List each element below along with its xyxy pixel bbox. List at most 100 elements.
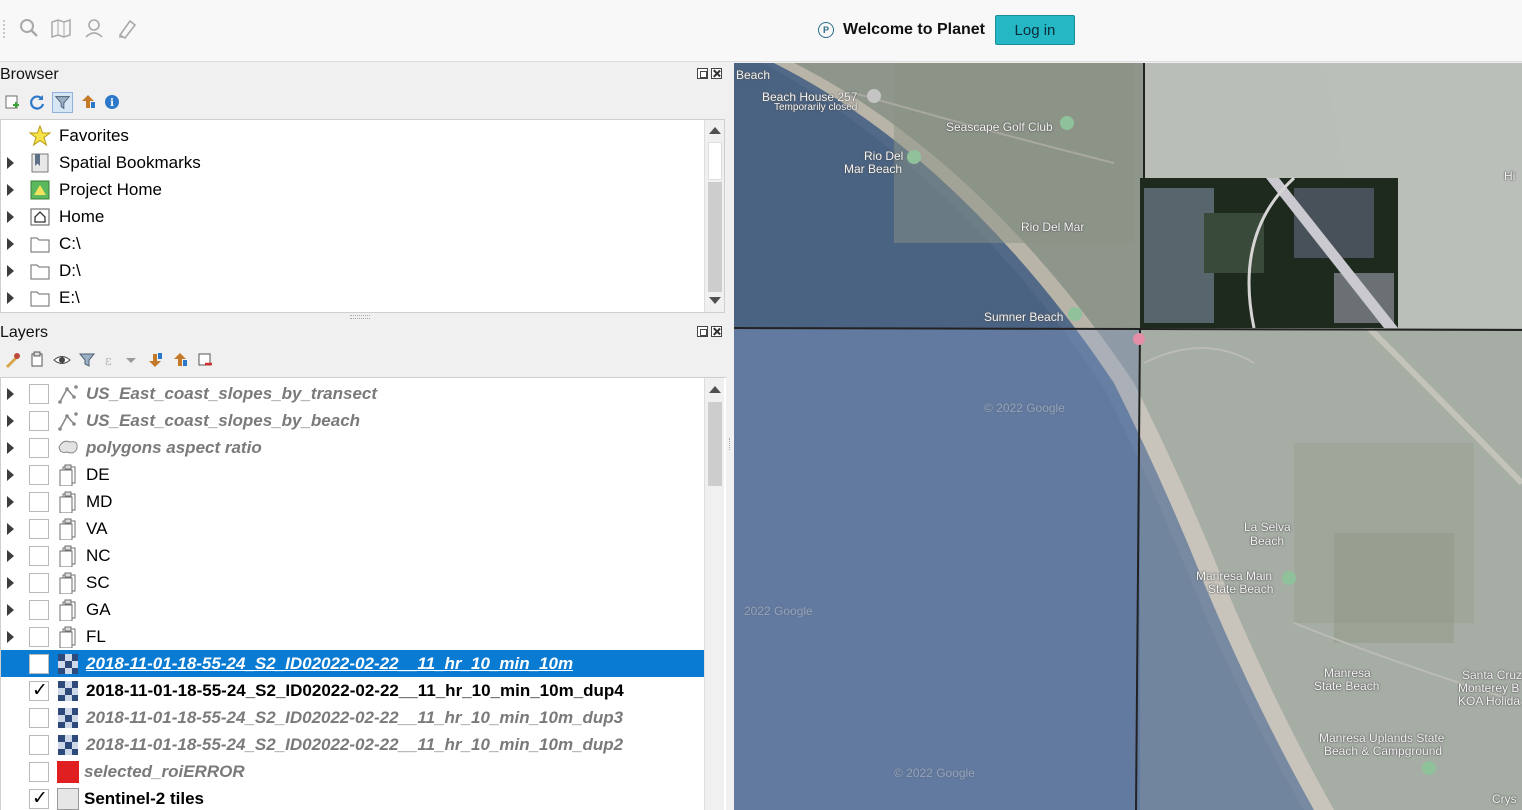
scrollbar-thumb[interactable] [708, 182, 722, 292]
layer-name: polygons aspect ratio [86, 437, 262, 457]
expand-arrow-icon[interactable] [7, 630, 14, 643]
layer-row[interactable]: polygons aspect ratio [1, 434, 704, 461]
layers-float-button[interactable] [697, 326, 708, 337]
layer-row[interactable]: VA [1, 515, 704, 542]
layer-row[interactable]: FL [1, 623, 704, 650]
layer-row[interactable]: 2018-11-01-18-55-24_S2_ID02022-02-22__11… [1, 731, 704, 758]
expand-arrow-icon[interactable] [7, 495, 14, 508]
browser-scrollbar[interactable] [704, 120, 724, 312]
expand-arrow-icon[interactable] [7, 264, 14, 277]
login-button[interactable]: Log in [994, 15, 1075, 45]
map-label: Temporarily closed [774, 102, 858, 113]
svg-text:ε: ε [105, 354, 112, 369]
layer-row[interactable]: selected_roiERROR [1, 758, 704, 785]
layer-visibility-checkbox[interactable] [29, 734, 49, 755]
layer-row[interactable]: US_East_coast_slopes_by_transect [1, 380, 704, 407]
layer-row[interactable]: 2018-11-01-18-55-24_S2_ID02022-02-22__11… [1, 650, 704, 677]
filter-browser-icon[interactable] [52, 92, 73, 113]
map-tips-icon[interactable] [50, 17, 72, 39]
polygon-layer-icon [58, 440, 78, 453]
layer-name: VA [86, 518, 108, 538]
dropdown-arrow-icon[interactable] [125, 351, 137, 369]
scroll-down-arrow-icon[interactable] [709, 297, 721, 304]
layer-row[interactable]: MD [1, 488, 704, 515]
map-label: Beach & Campground [1324, 744, 1443, 758]
layers-close-button[interactable] [711, 326, 722, 337]
expand-arrow-icon[interactable] [7, 576, 14, 589]
expand-arrow-icon[interactable] [7, 210, 14, 223]
map-canvas[interactable]: Beach Beach House 257 Temporarily closed… [734, 63, 1522, 810]
layer-visibility-checkbox[interactable] [29, 545, 49, 566]
layer-row[interactable]: DE [1, 461, 704, 488]
layer-row[interactable]: SC [1, 569, 704, 596]
expand-arrow-icon[interactable] [7, 291, 14, 304]
layer-visibility-checkbox[interactable] [29, 437, 49, 458]
expand-arrow-icon[interactable] [7, 549, 14, 562]
expand-arrow-icon[interactable] [7, 183, 14, 196]
collapse-all-icon[interactable] [79, 93, 97, 111]
layer-visibility-checkbox[interactable] [29, 572, 49, 593]
map-label: La Selva [1244, 520, 1291, 534]
expand-arrow-icon[interactable] [7, 414, 14, 427]
manage-visibility-icon[interactable] [53, 351, 71, 369]
expand-arrow-icon[interactable] [7, 237, 14, 250]
browser-close-button[interactable] [711, 68, 722, 79]
user-location-icon[interactable] [83, 17, 105, 39]
layers-scrollbar[interactable] [704, 378, 724, 810]
scrollbar-track[interactable] [708, 142, 722, 180]
scroll-up-arrow-icon[interactable] [709, 386, 721, 393]
layer-row[interactable]: NC [1, 542, 704, 569]
map-label: Seascape Golf Club [946, 120, 1053, 134]
expand-arrow-icon[interactable] [7, 441, 14, 454]
layer-name: US_East_coast_slopes_by_beach [86, 410, 361, 430]
layer-visibility-checkbox[interactable] [29, 599, 49, 620]
layer-styling-icon[interactable] [3, 351, 21, 369]
top-toolbar: P Welcome to Planet Log in [0, 0, 1522, 62]
expand-all-icon[interactable] [146, 351, 164, 369]
layer-visibility-checkbox[interactable] [29, 787, 49, 810]
map-label: Beach [1250, 534, 1285, 548]
collapse-all-layers-icon[interactable] [171, 351, 189, 369]
group-layer-icon [59, 491, 76, 513]
expand-arrow-icon[interactable] [7, 156, 14, 169]
identify-icon[interactable] [18, 17, 40, 39]
line-layer-icon [58, 384, 78, 404]
filter-legend-icon[interactable] [78, 351, 96, 369]
map-label: State Beach [1314, 679, 1380, 693]
add-layer-icon[interactable] [3, 93, 21, 111]
add-group-icon[interactable] [28, 351, 46, 369]
expand-arrow-icon[interactable] [7, 468, 14, 481]
layer-visibility-checkbox[interactable] [29, 491, 49, 512]
refresh-icon[interactable] [28, 93, 46, 111]
panel-resize-handle[interactable] [350, 315, 370, 319]
layer-visibility-checkbox[interactable] [29, 464, 49, 485]
expand-arrow-icon[interactable] [7, 522, 14, 535]
layer-visibility-checkbox[interactable] [29, 679, 49, 702]
expand-arrow-icon[interactable] [7, 387, 14, 400]
layer-row[interactable]: 2018-11-01-18-55-24_S2_ID02022-02-22__11… [1, 704, 704, 731]
filter-expression-icon[interactable]: ε [103, 351, 121, 369]
expand-arrow-icon[interactable] [7, 603, 14, 616]
project-home-icon [30, 180, 50, 199]
panel-map-splitter[interactable] [726, 63, 734, 810]
layer-visibility-checkbox[interactable] [29, 518, 49, 539]
scrollbar-thumb[interactable] [708, 402, 722, 486]
layer-row[interactable]: 2018-11-01-18-55-24_S2_ID02022-02-22__11… [1, 677, 704, 704]
toolbar-grip[interactable] [3, 20, 5, 38]
layer-row[interactable]: Sentinel-2 tiles [1, 785, 704, 810]
map-label: Santa Cruz [1462, 668, 1522, 682]
layer-row[interactable]: GA [1, 596, 704, 623]
digitize-icon[interactable] [116, 17, 138, 39]
scroll-up-arrow-icon[interactable] [709, 127, 721, 134]
info-icon[interactable]: i [103, 93, 121, 111]
remove-layer-icon[interactable] [196, 351, 214, 369]
browser-float-button[interactable] [697, 68, 708, 79]
layer-visibility-checkbox[interactable] [29, 383, 49, 404]
layer-visibility-checkbox[interactable] [29, 761, 49, 782]
layer-visibility-checkbox[interactable] [29, 410, 49, 431]
layer-row[interactable]: US_East_coast_slopes_by_beach [1, 407, 704, 434]
home-icon [30, 208, 50, 225]
layer-visibility-checkbox[interactable] [29, 626, 49, 647]
layer-visibility-checkbox[interactable] [29, 707, 49, 728]
layer-visibility-checkbox[interactable] [29, 653, 49, 674]
